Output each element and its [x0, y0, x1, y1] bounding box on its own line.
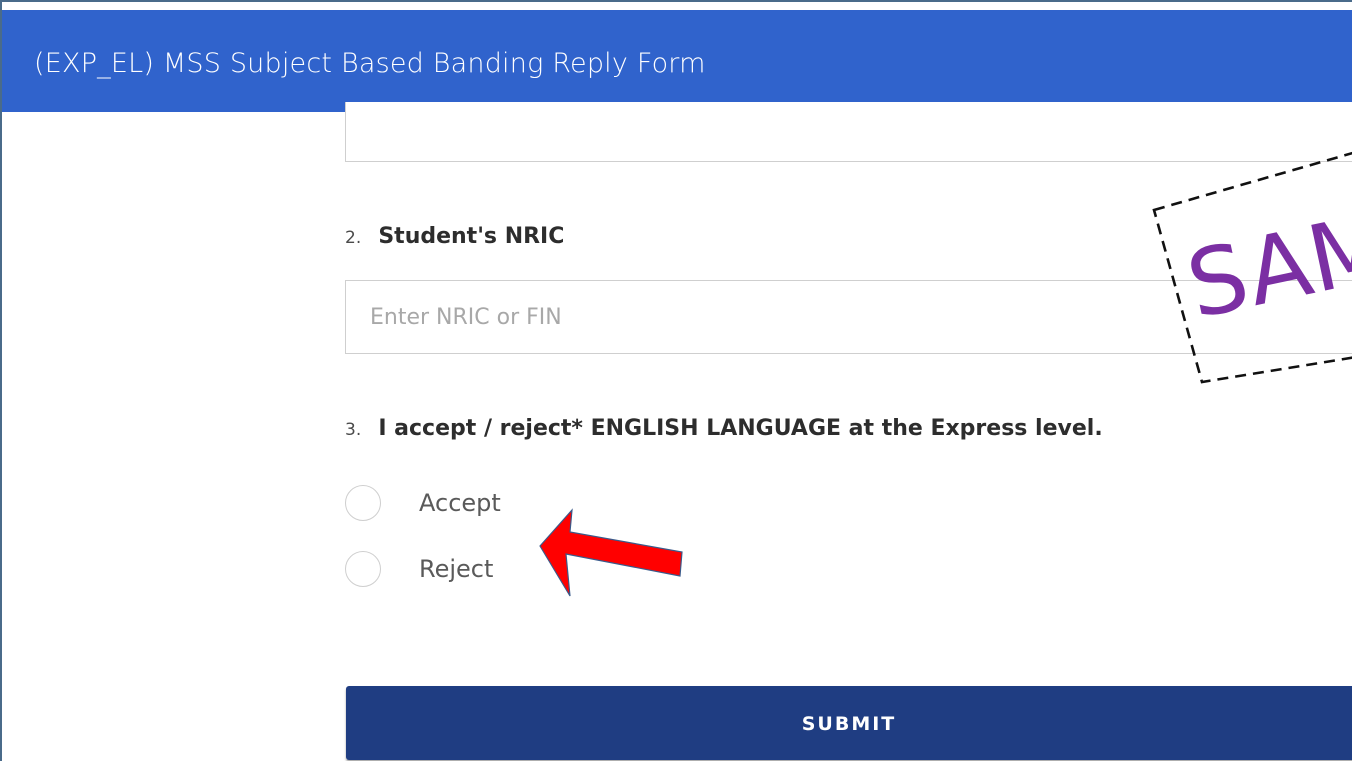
question-3-label: I accept / reject* ENGLISH LANGUAGE at t… — [378, 416, 1103, 441]
stamp-text: SAM — [1178, 193, 1352, 340]
question-2-number: 2. — [345, 228, 362, 248]
question-3-number: 3. — [345, 420, 362, 440]
reject-option[interactable]: Reject — [345, 549, 493, 589]
question-2: 2. Student's NRIC — [345, 224, 564, 249]
form-title: (EXP_EL) MSS Subject Based Banding Reply… — [34, 48, 706, 79]
sample-stamp: SAM — [1152, 151, 1352, 384]
accept-radio[interactable] — [345, 485, 381, 521]
question-3: 3. I accept / reject* ENGLISH LANGUAGE a… — [345, 416, 1103, 441]
submit-button[interactable]: SUBMIT — [346, 686, 1352, 760]
form-page: (EXP_EL) MSS Subject Based Banding Reply… — [0, 0, 1352, 761]
accept-label: Accept — [419, 489, 501, 517]
question-2-label: Student's NRIC — [378, 224, 565, 249]
reject-label: Reject — [419, 555, 494, 583]
accept-option[interactable]: Accept — [345, 483, 501, 523]
red-arrow-icon — [539, 508, 683, 597]
form-header: (EXP_EL) MSS Subject Based Banding Reply… — [2, 10, 1352, 112]
reject-radio[interactable] — [345, 551, 381, 587]
